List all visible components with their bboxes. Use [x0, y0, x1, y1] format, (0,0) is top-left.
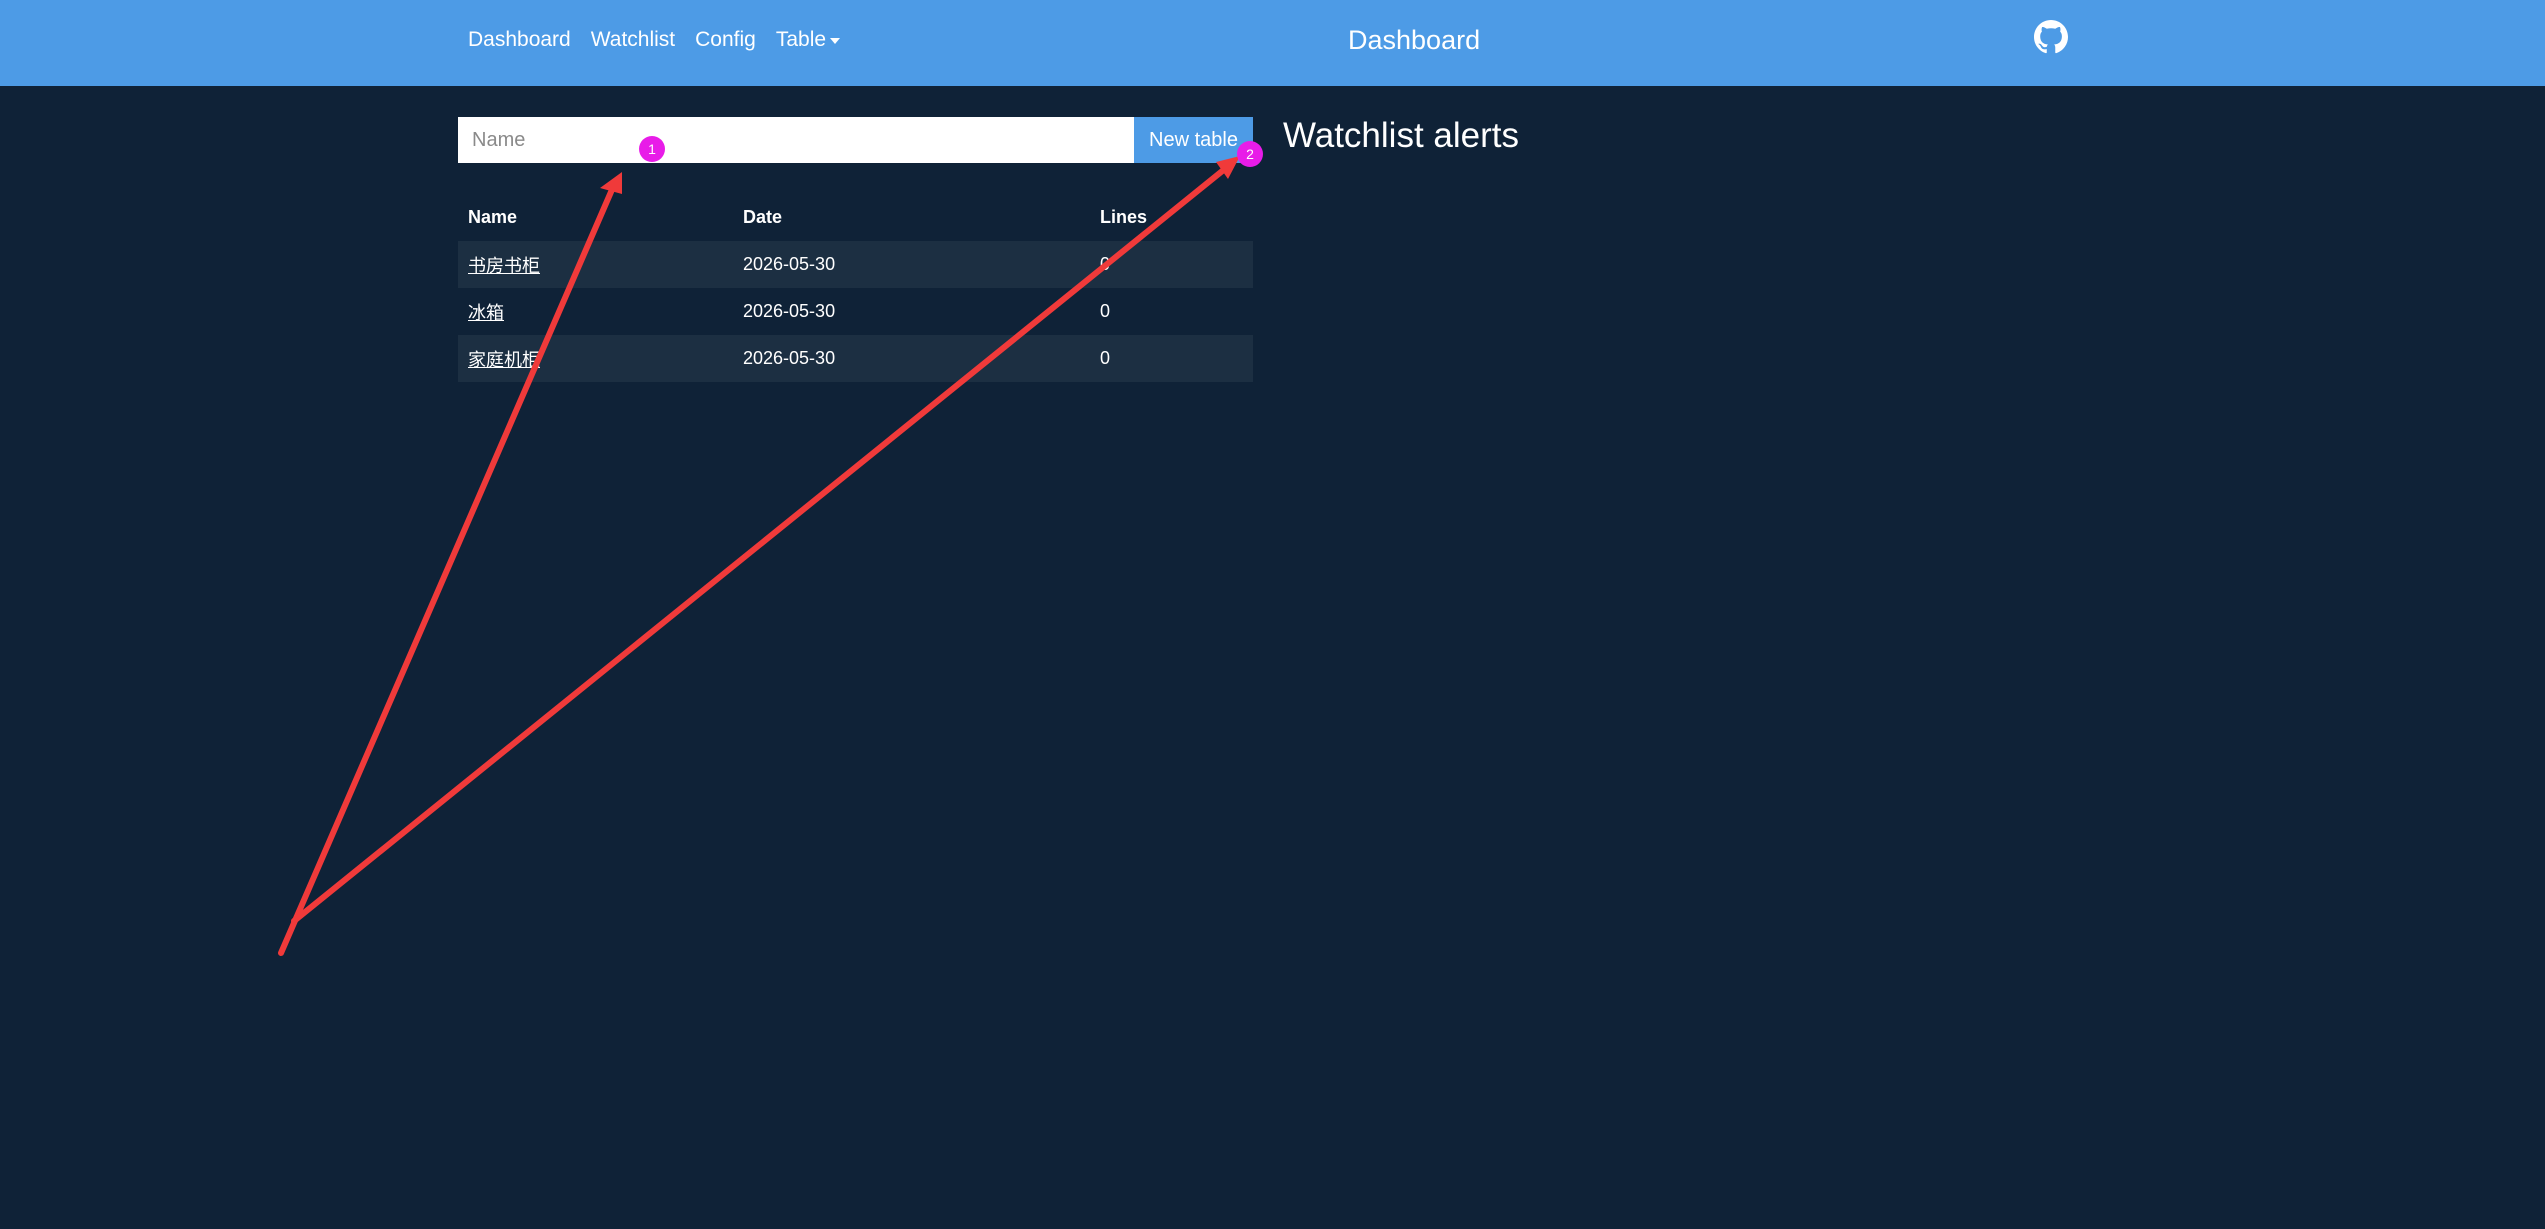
table-link[interactable]: 冰箱 [468, 303, 504, 323]
column-header-name: Name [468, 206, 518, 227]
nav-dropdown-table[interactable]: Table [775, 28, 841, 52]
new-table-form: New table [458, 117, 1253, 163]
table-header-row: Name Date Lines [458, 193, 1253, 241]
annotation-overlay: 1 2 [278, 136, 1263, 956]
table-cell-name: 家庭机柜 [458, 335, 733, 382]
new-table-button[interactable]: New table [1134, 117, 1253, 163]
nav-link-dashboard[interactable]: Dashboard [468, 28, 571, 52]
table-row: 家庭机柜 2026-05-30 0 [458, 335, 1253, 382]
nav-link-watchlist[interactable]: Watchlist [591, 28, 675, 52]
page: Dashboard Watchlist Config Table Dashboa… [0, 0, 2545, 1229]
table-cell-date: 2026-05-30 [743, 301, 836, 321]
top-navbar: Dashboard Watchlist Config Table Dashboa… [0, 0, 2545, 86]
table-row: 书房书柜 2026-05-30 0 [458, 241, 1253, 288]
name-input[interactable] [458, 117, 1134, 163]
nav-link-config[interactable]: Config [695, 28, 756, 52]
nav-dropdown-label: Table [775, 28, 827, 51]
page-title: Dashboard [1348, 25, 1481, 55]
column-header-lines: Lines [1100, 206, 1148, 227]
caret-down-icon [830, 38, 841, 44]
tables-list: Name Date Lines 书房书柜 2026-05-30 0 冰箱 202… [458, 193, 1253, 382]
watchlist-alerts-heading: Watchlist alerts [1283, 116, 1519, 155]
column-header-date: Date [743, 206, 783, 227]
table-cell-name: 冰箱 [458, 288, 733, 335]
table-cell-name: 书房书柜 [458, 241, 733, 288]
table-cell-date: 2026-05-30 [743, 254, 836, 274]
table-cell-lines: 0 [1100, 348, 1111, 368]
nav-links: Dashboard Watchlist Config Table [468, 28, 841, 52]
table-cell-date: 2026-05-30 [743, 348, 836, 368]
arrow-head-1 [600, 172, 622, 194]
table-cell-lines: 0 [1100, 301, 1111, 321]
table-link[interactable]: 家庭机柜 [468, 350, 540, 370]
github-icon[interactable] [2034, 20, 2068, 54]
table-cell-lines: 0 [1100, 254, 1111, 274]
table-link[interactable]: 书房书柜 [468, 256, 540, 276]
table-row: 冰箱 2026-05-30 0 [458, 288, 1253, 335]
